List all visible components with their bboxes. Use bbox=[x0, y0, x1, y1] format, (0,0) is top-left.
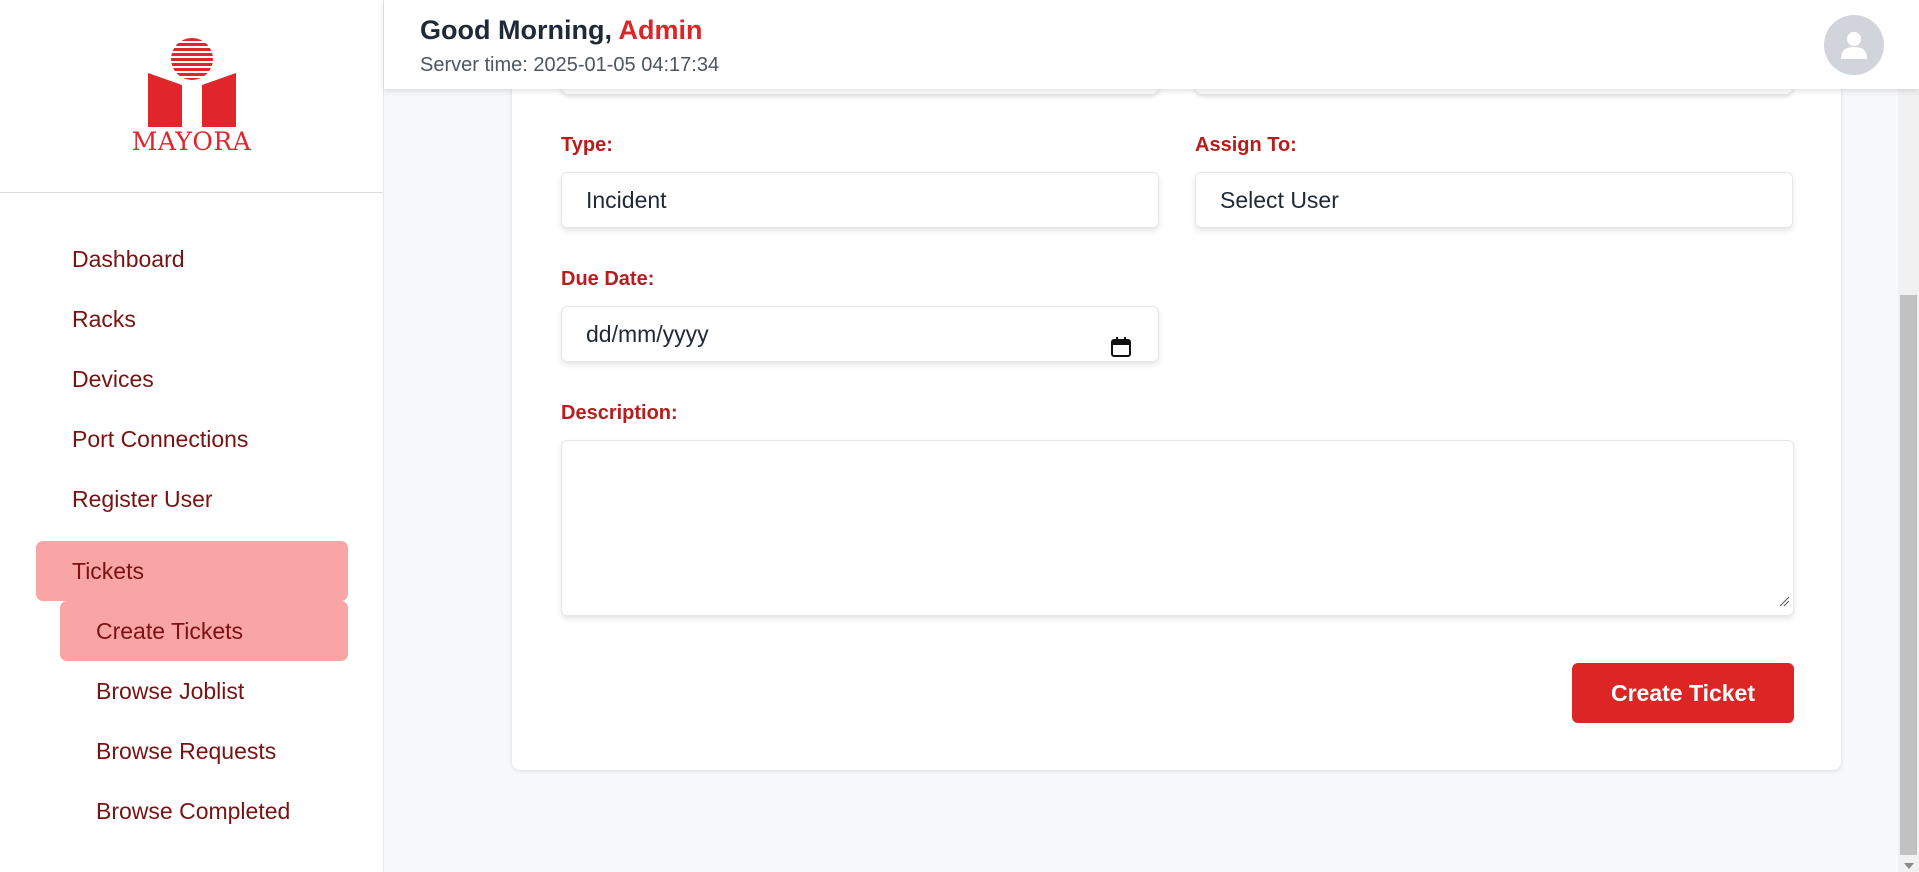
sidebar-item-racks[interactable]: Racks bbox=[0, 294, 384, 354]
ticket-form-card bbox=[512, 0, 1841, 770]
sidebar-subitem-browse-joblist[interactable]: Browse Joblist bbox=[60, 661, 348, 721]
resize-grip-icon[interactable] bbox=[1778, 594, 1790, 612]
assign-to-value: Select User bbox=[1220, 187, 1339, 213]
sidebar-subitem-browse-completed[interactable]: Browse Completed bbox=[60, 781, 348, 841]
logo-text: MAYORA bbox=[131, 126, 252, 156]
due-date-input[interactable]: dd/mm/yyyy bbox=[561, 306, 1159, 362]
scrollbar[interactable] bbox=[1898, 0, 1919, 872]
scroll-down-icon[interactable] bbox=[1904, 863, 1914, 869]
type-label: Type: bbox=[561, 134, 613, 156]
assign-to-label: Assign To: bbox=[1195, 134, 1297, 156]
scrollbar-thumb[interactable] bbox=[1900, 295, 1917, 855]
user-name: Admin bbox=[618, 15, 703, 45]
user-icon bbox=[1841, 32, 1867, 59]
sidebar-item-register-user[interactable]: Register User bbox=[0, 474, 384, 534]
top-header: Good Morning, Admin Server time: 2025-01… bbox=[384, 0, 1919, 89]
mayora-logo-icon bbox=[147, 37, 236, 127]
type-select[interactable]: Incident bbox=[561, 172, 1159, 228]
greeting: Good Morning, Admin bbox=[420, 15, 702, 46]
sidebar-item-devices[interactable]: Devices bbox=[0, 354, 384, 414]
sidebar-item-dashboard[interactable]: Dashboard bbox=[0, 234, 384, 294]
due-date-placeholder: dd/mm/yyyy bbox=[586, 321, 709, 347]
server-time: Server time: 2025-01-05 04:17:34 bbox=[420, 54, 720, 76]
sidebar-item-port-connections[interactable]: Port Connections bbox=[0, 414, 384, 474]
avatar[interactable] bbox=[1824, 15, 1884, 75]
sidebar-nav: Dashboard Racks Devices Port Connections… bbox=[0, 234, 384, 534]
logo: MAYORA bbox=[0, 0, 383, 193]
sidebar-subitem-browse-requests[interactable]: Browse Requests bbox=[60, 721, 348, 781]
sidebar: MAYORA Dashboard Racks Devices Port Conn… bbox=[0, 0, 384, 872]
sidebar-item-tickets[interactable]: Tickets bbox=[36, 541, 348, 601]
create-ticket-button[interactable]: Create Ticket bbox=[1572, 663, 1794, 723]
type-value: Incident bbox=[586, 187, 667, 213]
due-date-label: Due Date: bbox=[561, 268, 655, 290]
description-textarea[interactable] bbox=[561, 440, 1794, 616]
sidebar-subitem-create-tickets[interactable]: Create Tickets bbox=[60, 601, 348, 661]
calendar-icon[interactable] bbox=[1110, 323, 1132, 377]
greeting-prefix: Good Morning, bbox=[420, 15, 619, 45]
description-label: Description: bbox=[561, 402, 678, 424]
assign-to-select[interactable]: Select User bbox=[1195, 172, 1793, 228]
